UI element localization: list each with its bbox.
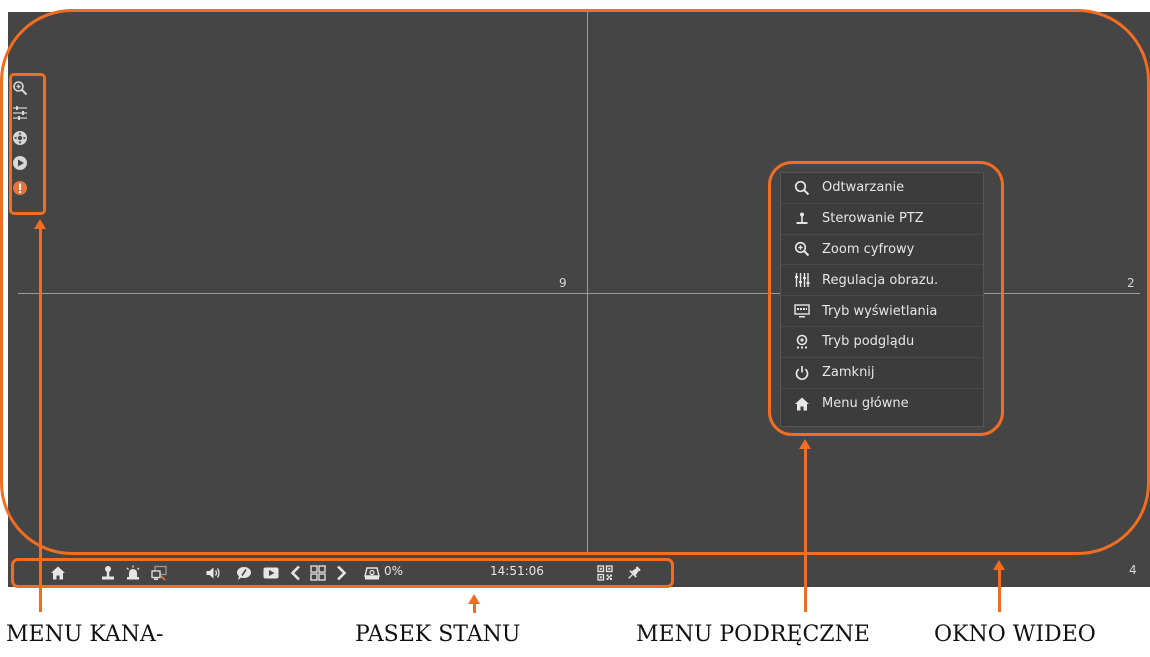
display-mode-icon xyxy=(793,302,811,320)
menu-item-label: Zamknij xyxy=(822,365,875,381)
menu-item-close[interactable]: Zamknij xyxy=(781,358,983,389)
menu-item-label: Menu główne xyxy=(822,396,909,412)
annotation-arrow-stem xyxy=(997,569,1001,612)
caption-context-menu: MENU PODRĘCZNE xyxy=(636,622,870,647)
menu-item-label: Tryb podglądu xyxy=(822,334,915,350)
ptz-joystick-icon xyxy=(793,210,811,228)
menu-item-playback[interactable]: Odtwarzanie xyxy=(781,173,983,204)
hdd-icon[interactable] xyxy=(364,565,380,581)
alarm-icon[interactable] xyxy=(125,565,141,581)
network-icon[interactable] xyxy=(151,565,167,581)
grid-divider-vertical xyxy=(587,12,588,554)
annotation-arrow-stem xyxy=(38,228,42,612)
channel-menu xyxy=(7,80,33,196)
preview-mode-icon xyxy=(793,333,811,351)
caption-channel-menu: MENU KANA- xyxy=(6,622,164,647)
next-icon[interactable] xyxy=(333,565,349,581)
menu-item-label: Regulacja obrazu. xyxy=(822,272,939,288)
playback-icon[interactable] xyxy=(263,565,279,581)
zoom-in-icon xyxy=(793,240,811,258)
layout-grid-icon[interactable] xyxy=(310,565,326,581)
user-icon[interactable] xyxy=(100,565,116,581)
ptz-wheel-icon[interactable] xyxy=(12,130,28,146)
record-icon[interactable] xyxy=(236,565,252,581)
menu-item-digital-zoom[interactable]: Zoom cyfrowy xyxy=(781,235,983,266)
volume-icon[interactable] xyxy=(205,565,221,581)
search-icon xyxy=(793,179,811,197)
menu-item-label: Zoom cyfrowy xyxy=(822,241,915,257)
annotation-arrow-stem xyxy=(472,603,476,613)
context-menu: Odtwarzanie Sterowanie PTZ Zoom cyfrowy … xyxy=(780,172,984,427)
menu-item-label: Tryb wyświetlania xyxy=(822,303,938,319)
info-icon[interactable] xyxy=(12,180,28,196)
menu-item-preview-mode[interactable]: Tryb podglądu xyxy=(781,327,983,358)
menu-item-label: Sterowanie PTZ xyxy=(822,211,924,227)
caption-status-bar: PASEK STANU xyxy=(355,622,521,647)
play-icon[interactable] xyxy=(12,155,28,171)
power-icon xyxy=(793,364,811,382)
disk-usage-text: 0% xyxy=(384,564,404,578)
menu-item-label: Odtwarzanie xyxy=(822,180,905,196)
sliders-icon[interactable] xyxy=(12,105,28,121)
pin-icon[interactable] xyxy=(626,565,642,581)
qr-code-icon[interactable] xyxy=(597,565,613,581)
channel-label-2: 2 xyxy=(1127,276,1135,290)
menu-item-main-menu[interactable]: Menu główne xyxy=(781,389,983,420)
caption-video-window: OKNO WIDEO xyxy=(934,622,1096,647)
prev-icon[interactable] xyxy=(288,565,304,581)
home-icon xyxy=(793,395,811,413)
menu-item-display-mode[interactable]: Tryb wyświetlania xyxy=(781,296,983,327)
sliders-icon xyxy=(793,271,811,289)
channel-label-9: 9 xyxy=(559,276,567,290)
menu-item-ptz-control[interactable]: Sterowanie PTZ xyxy=(781,204,983,235)
menu-item-image-adjustment[interactable]: Regulacja obrazu. xyxy=(781,265,983,297)
zoom-in-icon[interactable] xyxy=(12,80,28,96)
annotation-arrow-stem xyxy=(803,448,807,612)
home-icon[interactable] xyxy=(50,565,66,581)
clock-text: 14:51:06 xyxy=(490,564,544,578)
status-bar: 0% 14:51:06 xyxy=(8,557,1150,587)
